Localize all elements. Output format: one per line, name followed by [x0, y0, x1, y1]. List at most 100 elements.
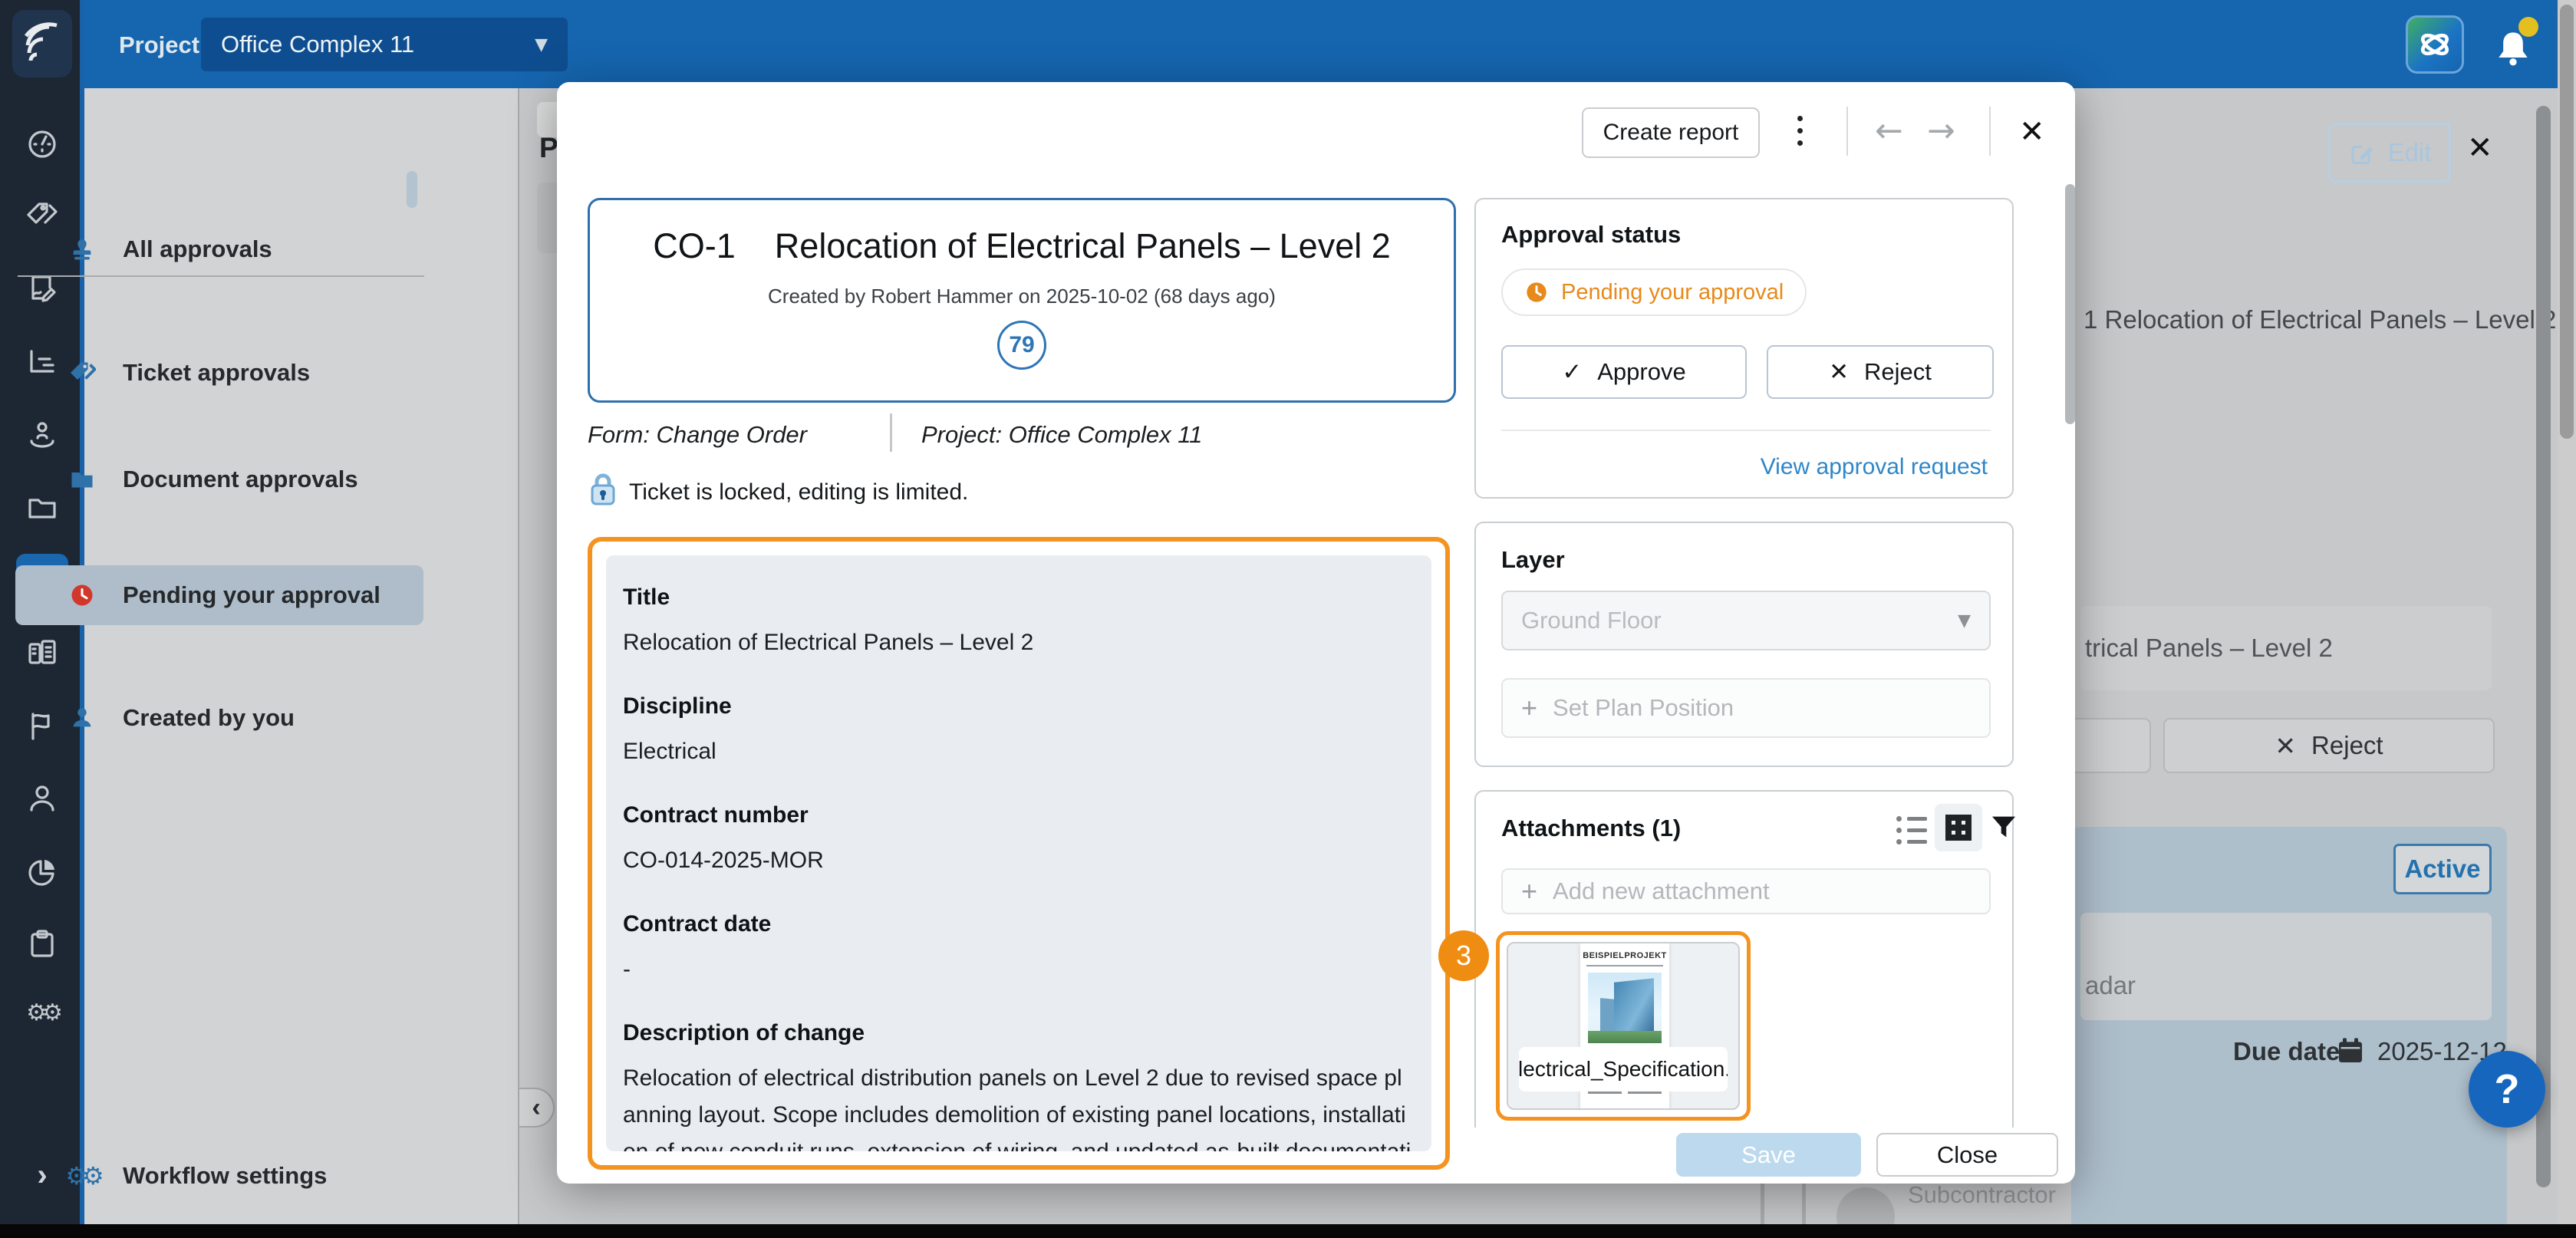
list-view-icon[interactable] — [1896, 816, 1927, 845]
step-count-badge: 3 — [1438, 930, 1489, 981]
card-divider — [1501, 430, 1991, 431]
person-icon — [60, 705, 104, 731]
clipboard-icon — [24, 927, 61, 963]
add-attachment-button[interactable]: + Add new attachment — [1501, 868, 1991, 914]
attachments-card: Attachments (1) + Add new attachment — [1474, 790, 2014, 1128]
app-screen: Project Office Complex 11 ▼ — [0, 0, 2576, 1238]
sidebar-item-site-persons[interactable] — [0, 417, 84, 453]
save-button[interactable]: Save — [1676, 1133, 1861, 1177]
reject-button[interactable]: ✕ Reject — [1767, 345, 1994, 399]
project-label: Project — [119, 31, 199, 59]
filter-icon[interactable] — [1988, 810, 2015, 848]
sidebar-item-companies[interactable] — [0, 635, 84, 672]
person-pin-icon — [24, 417, 61, 453]
attachment-filename: Electrical_Specification... — [1519, 1047, 1728, 1091]
sidebar-item-workflow-settings[interactable]: ⚙⚙ Workflow settings — [15, 1146, 423, 1206]
field-label: Contract number — [623, 802, 1415, 828]
project-meta-label: Project: Office Complex 11 — [921, 421, 1202, 449]
approve-button[interactable]: ✓ Approve — [1501, 345, 1747, 399]
plus-icon: + — [1521, 692, 1537, 724]
nav-scrollbar-thumb[interactable] — [407, 171, 417, 208]
stamp-icon — [60, 236, 104, 262]
background-reject-button[interactable]: ✕ Reject — [2163, 718, 2495, 773]
bottom-bar — [0, 1224, 2576, 1238]
layer-select[interactable]: Ground Floor ▼ — [1501, 591, 1991, 650]
prev-arrow-button[interactable]: ← — [1875, 111, 1903, 150]
next-arrow-button[interactable]: → — [1927, 111, 1955, 150]
approval-status-heading: Approval status — [1501, 221, 1681, 249]
background-divider — [1761, 1184, 1764, 1224]
page-scrollbar-thumb[interactable] — [2560, 5, 2574, 439]
field-value: CO-014-2025-MOR — [623, 842, 1415, 879]
field-value: - — [623, 951, 1415, 988]
close-button[interactable]: Close — [1876, 1133, 2058, 1177]
field-label: Description of change — [623, 1020, 1415, 1046]
kebab-menu-button[interactable] — [1797, 116, 1803, 146]
x-icon: ✕ — [2275, 731, 2296, 761]
modal-close-button[interactable]: ✕ — [2019, 114, 2045, 150]
background-assignee-field: adar — [2080, 913, 2492, 1020]
form-type-label: Form: Change Order — [588, 421, 807, 449]
sidebar-item-ticket-approvals[interactable]: Ticket approvals — [15, 343, 423, 403]
notification-dot — [2518, 17, 2538, 37]
status-badge: Pending your approval — [1501, 268, 1807, 316]
field-label: Discipline — [623, 693, 1415, 719]
field-value: Relocation of Electrical Panels – Level … — [623, 624, 1415, 661]
background-close-icon[interactable]: ✕ — [2467, 130, 2493, 166]
plus-icon: + — [1521, 875, 1537, 907]
ticket-fields-panel: Title Relocation of Electrical Panels – … — [606, 555, 1431, 1151]
gears-icon: ⚙⚙ — [60, 1161, 104, 1190]
set-plan-position-button[interactable]: + Set Plan Position — [1501, 678, 1991, 738]
panel-scrollbar-thumb[interactable] — [2536, 106, 2551, 1187]
ticket-title: CO-1 Relocation of Electrical Panels – L… — [653, 226, 1391, 266]
background-subcontractor-label: Subcontractor — [1908, 1181, 2056, 1209]
ticket-title-card: CO-1 Relocation of Electrical Panels – L… — [588, 198, 1456, 403]
attachment-highlight-ring: BEISPIELPROJEKT Electrical_Specification… — [1496, 931, 1751, 1121]
person-icon — [24, 781, 61, 818]
view-approval-request-link[interactable]: View approval request — [1761, 454, 1988, 480]
check-icon: ✓ — [1562, 358, 1582, 386]
header-divider — [1846, 107, 1848, 156]
sidebar-item-all-approvals[interactable]: All approvals — [15, 219, 423, 279]
tag-icon — [60, 359, 104, 387]
create-report-button[interactable]: Create report — [1582, 107, 1760, 158]
lock-message: Ticket is locked, editing is limited. — [629, 479, 968, 505]
project-name: Office Complex 11 — [221, 31, 414, 58]
background-fragment — [537, 183, 557, 253]
ticket-title-text: Relocation of Electrical Panels – Level … — [775, 226, 1391, 265]
sidebar-item-created-by-you[interactable]: Created by you — [15, 688, 423, 748]
field-label: Contract date — [623, 911, 1415, 937]
folder-icon — [60, 466, 104, 493]
x-icon: ✕ — [1829, 358, 1849, 386]
sidebar-item-document-approvals[interactable]: Document approvals — [15, 449, 423, 509]
sidebar-item-analytics[interactable] — [0, 854, 84, 891]
app-switcher-button[interactable] — [2406, 15, 2464, 74]
sidebar-item-settings[interactable]: ⚙⚙ — [0, 999, 84, 1026]
sidebar-item-pending-your-approval[interactable]: Pending your approval — [15, 565, 423, 625]
background-edit-button[interactable]: Edit — [2328, 123, 2451, 183]
project-selector[interactable]: Office Complex 11 ▼ — [201, 18, 568, 71]
ticket-modal: Create report ← → ✕ CO-1 Relocation of E… — [557, 82, 2075, 1184]
field-value-description: Relocation of electrical distribution pa… — [623, 1060, 1415, 1151]
help-button[interactable]: ? — [2469, 1051, 2545, 1128]
background-active-badge[interactable]: Active — [2393, 844, 2492, 894]
attachment-tile[interactable]: BEISPIELPROJEKT Electrical_Specification… — [1507, 942, 1740, 1110]
due-date-label: Due date — [2233, 1037, 2340, 1066]
clock-icon — [60, 581, 104, 609]
sidebar-item-dashboard[interactable] — [0, 125, 84, 162]
background-title-field: trical Panels – Level 2 — [2080, 606, 2492, 690]
grid-view-button[interactable] — [1935, 804, 1982, 851]
layer-heading: Layer — [1501, 546, 1565, 574]
nav-divider — [18, 275, 424, 277]
ticket-number-badge[interactable]: 79 — [997, 321, 1046, 370]
layer-card: Layer Ground Floor ▼ + Set Plan Position — [1474, 522, 2014, 767]
sidebar-item-tasks[interactable] — [0, 927, 84, 963]
nav-collapse-button[interactable]: ‹ — [519, 1088, 555, 1128]
background-page-title: P — [539, 132, 558, 164]
background-ticket-title: 1 Relocation of Electrical Panels – Leve… — [2084, 305, 2556, 334]
app-logo[interactable] — [12, 10, 72, 77]
modal-scrollbar-thumb[interactable] — [2065, 184, 2075, 424]
pie-chart-icon — [24, 854, 61, 891]
buildings-icon — [24, 635, 61, 672]
sidebar-item-users[interactable] — [0, 781, 84, 818]
